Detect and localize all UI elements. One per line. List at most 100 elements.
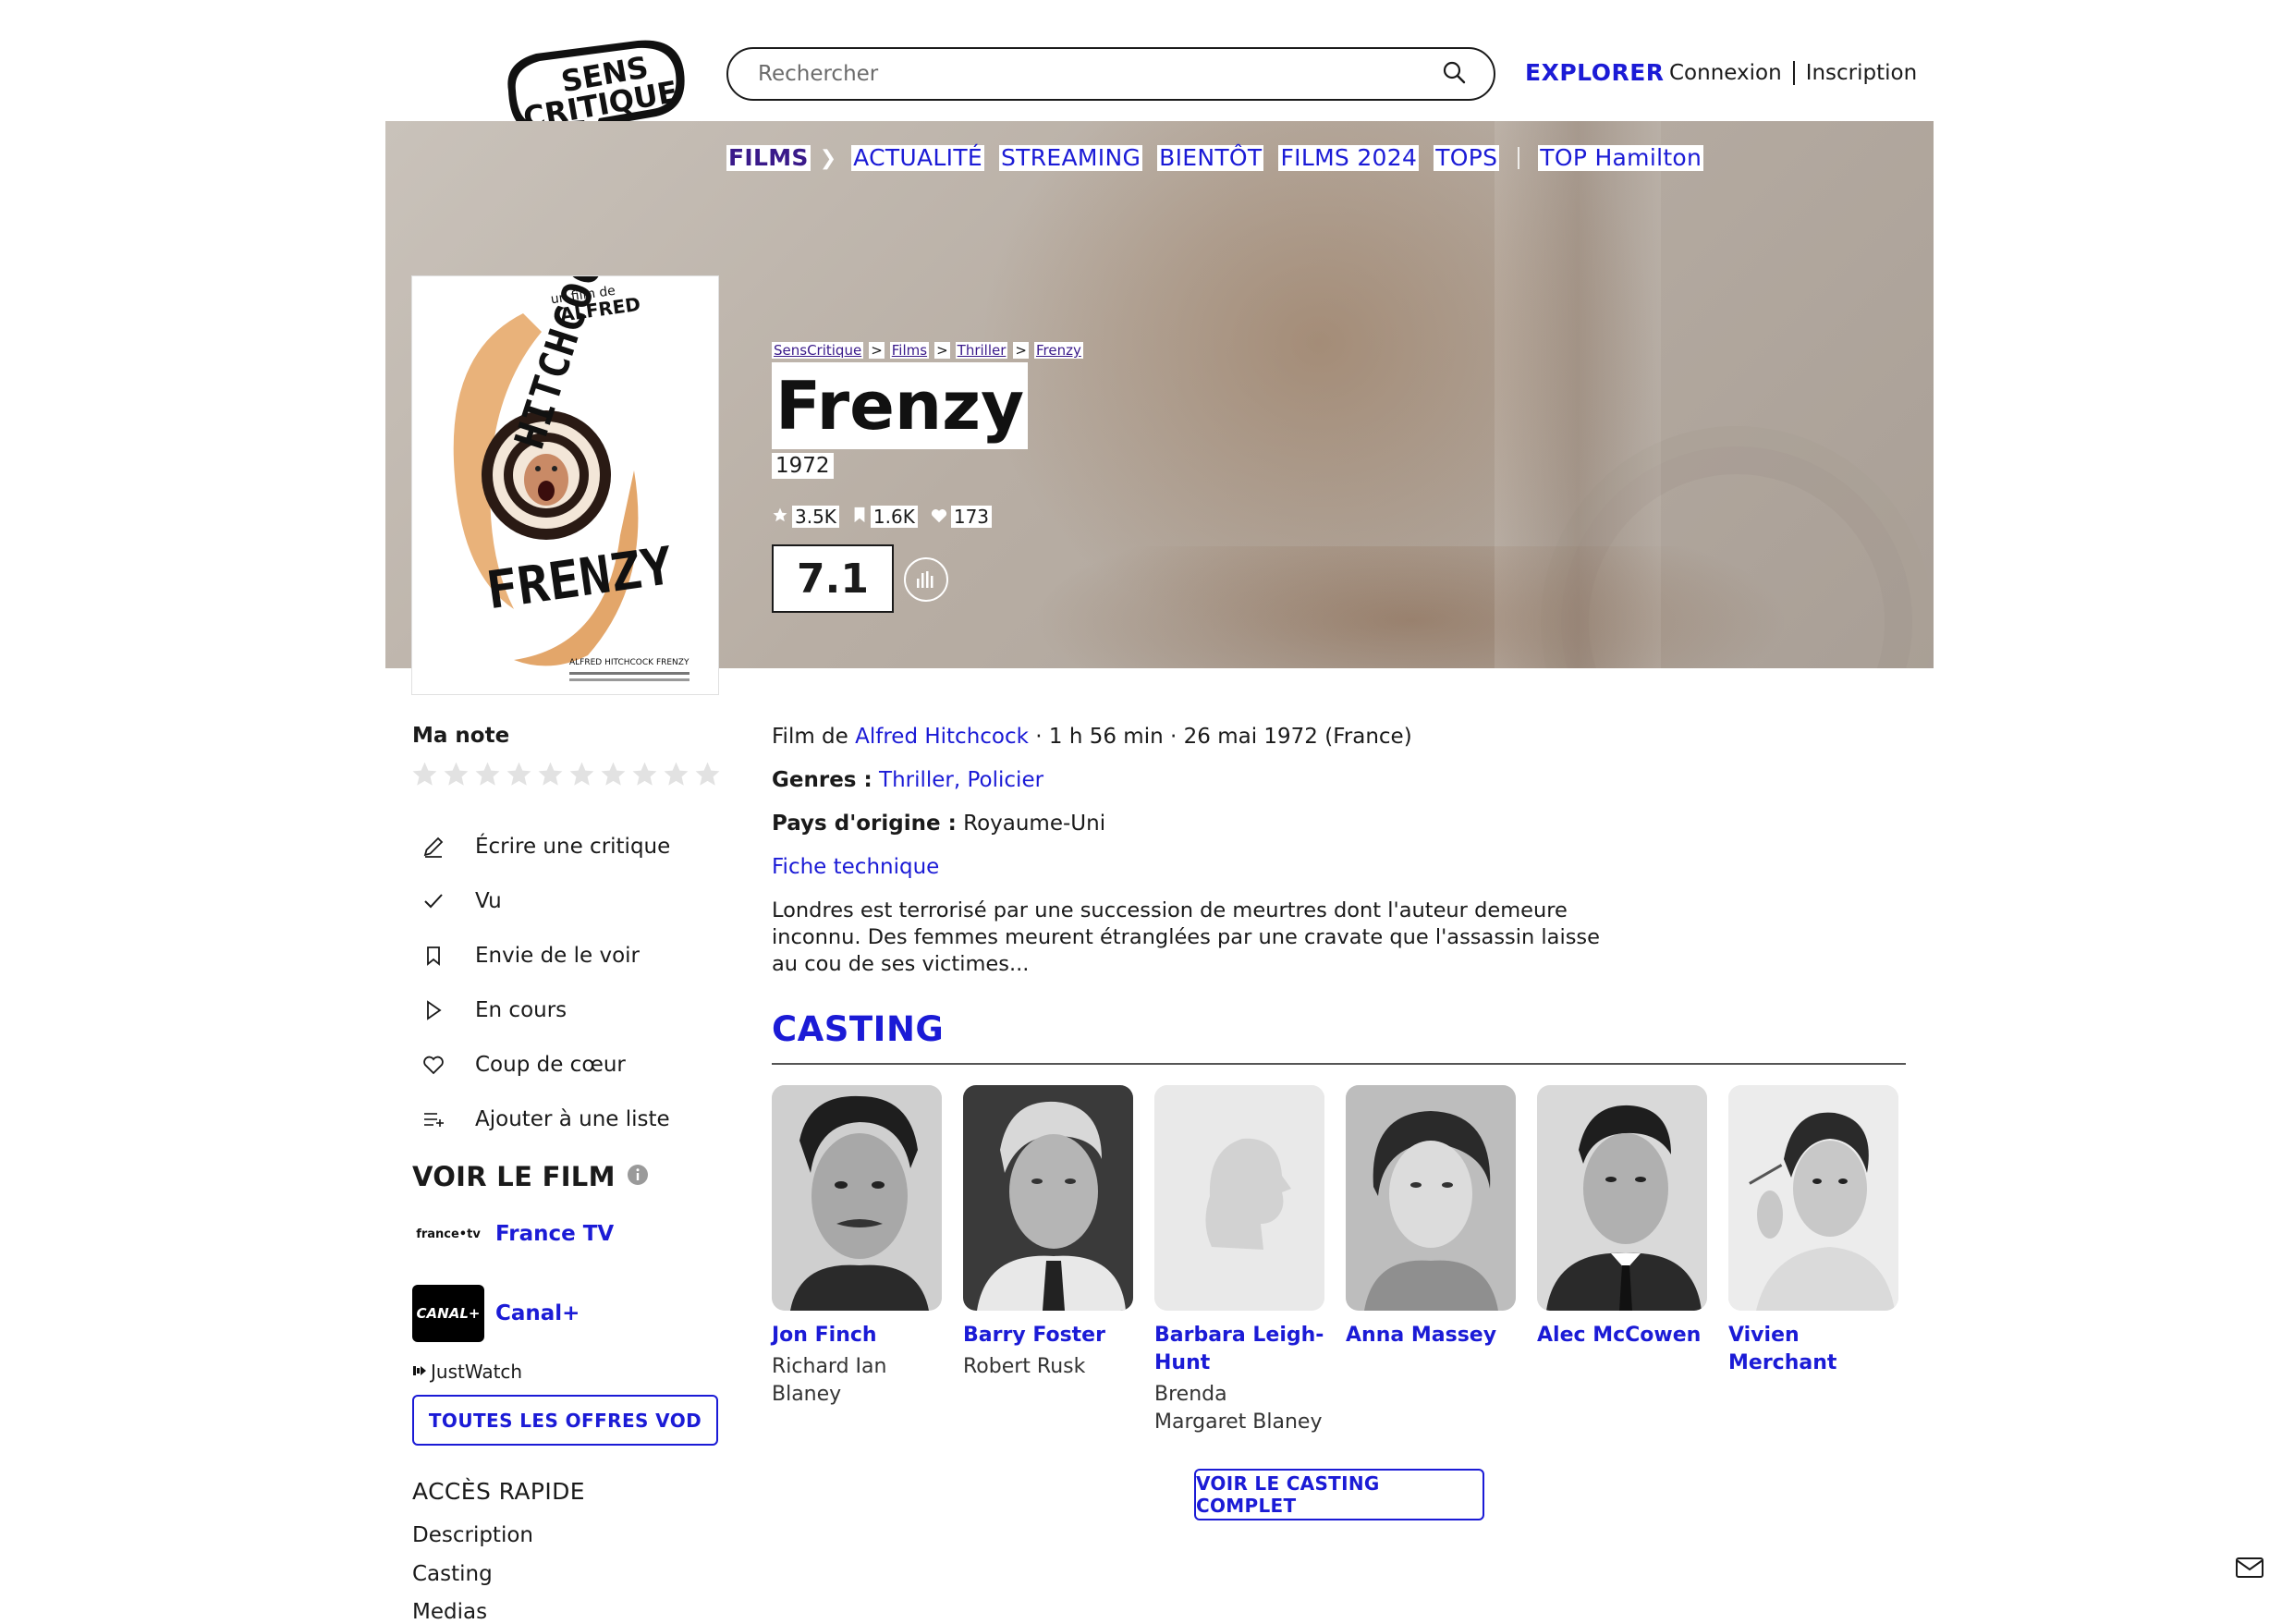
rating-star-icon[interactable] xyxy=(599,760,628,788)
info-icon[interactable] xyxy=(627,1161,649,1192)
casting-divider xyxy=(772,1063,1906,1065)
rating-star-icon[interactable] xyxy=(536,760,565,788)
actor-name[interactable]: Barry Foster xyxy=(963,1322,1133,1349)
justwatch-attribution[interactable]: JustWatch xyxy=(412,1361,522,1383)
movie-year: 1972 xyxy=(772,453,834,479)
breadcrumb-thriller[interactable]: Thriller xyxy=(955,342,1008,359)
actor-name[interactable]: Vivien Merchant xyxy=(1728,1322,1898,1377)
canal-plus-logo: CANAL+ xyxy=(412,1285,484,1342)
mail-icon[interactable] xyxy=(2235,1557,2264,1582)
quick-access-heading: ACCÈS RAPIDE xyxy=(412,1478,585,1505)
rating-star-icon[interactable] xyxy=(662,760,690,788)
cast-card[interactable]: Barbara Leigh-Hunt Brenda Margaret Blane… xyxy=(1154,1085,1324,1436)
nav-divider xyxy=(1518,147,1520,169)
nav-actualite[interactable]: ACTUALITÉ xyxy=(851,145,984,171)
movie-meta: Film de Alfred Hitchcock · 1 h 56 min · … xyxy=(772,725,1412,749)
rating-distribution-icon[interactable] xyxy=(904,557,948,602)
cast-card[interactable]: Jon Finch Richard Ian Blaney xyxy=(772,1085,942,1409)
actor-photo[interactable] xyxy=(963,1085,1133,1311)
category-nav: FILMS ❯ ACTUALITÉ STREAMING BIENTÔT FILM… xyxy=(726,145,1704,171)
rating-star-icon[interactable] xyxy=(442,760,470,788)
director-link[interactable]: Alfred Hitchcock xyxy=(855,725,1029,749)
rating-star-icon[interactable] xyxy=(693,760,722,788)
provider-canal-plus[interactable]: CANAL+ Canal+ xyxy=(412,1285,580,1342)
rating-star-icon[interactable] xyxy=(505,760,533,788)
nav-tops[interactable]: TOPS xyxy=(1434,145,1500,171)
actor-photo-placeholder[interactable] xyxy=(1154,1085,1324,1311)
star-icon xyxy=(772,506,788,528)
justwatch-icon xyxy=(412,1361,427,1383)
explorer-link[interactable]: EXPLORER xyxy=(1525,59,1665,86)
casting-heading: CASTING xyxy=(772,1009,945,1049)
movie-stats: 3.5K 1.6K 173 xyxy=(772,506,993,528)
actor-photo[interactable] xyxy=(1537,1085,1707,1311)
breadcrumb: SensCritique > Films > Thriller > Frenzy xyxy=(772,342,1083,359)
character-name: Richard Ian Blaney xyxy=(772,1355,887,1406)
bookmark-icon xyxy=(852,506,867,528)
cast-card[interactable]: Anna Massey xyxy=(1346,1085,1516,1353)
rating-star-icon[interactable] xyxy=(630,760,659,788)
search-input[interactable] xyxy=(756,61,1442,87)
character-name: Robert Rusk xyxy=(963,1355,1086,1378)
search-icon[interactable] xyxy=(1442,60,1466,88)
provider-france-tv[interactable]: france•tv France TV xyxy=(412,1222,614,1246)
breadcrumb-senscritique[interactable]: SensCritique xyxy=(772,342,864,359)
rating-star-icon[interactable] xyxy=(473,760,502,788)
list-add-icon xyxy=(420,1105,447,1133)
my-rating-label: Ma note xyxy=(412,724,510,748)
technical-sheet-link[interactable]: Fiche technique xyxy=(772,855,939,879)
movie-poster[interactable]: un film de ALFRED HITCHCOCK FRENZY ALFRE… xyxy=(412,276,718,694)
nav-films-2024[interactable]: FILMS 2024 xyxy=(1278,145,1420,171)
my-rating-stars[interactable] xyxy=(410,760,722,788)
quick-link-description[interactable]: Description xyxy=(412,1523,533,1547)
pencil-icon xyxy=(420,833,447,861)
login-link[interactable]: Connexion xyxy=(1669,61,1782,85)
watch-film-heading: VOIR LE FILM xyxy=(412,1161,649,1192)
favorite-action[interactable]: Coup de cœur xyxy=(412,1037,670,1092)
nav-bientot[interactable]: BIENTÔT xyxy=(1157,145,1264,171)
chevron-right-icon: ❯ xyxy=(819,146,837,170)
character-name: Brenda Margaret Blaney xyxy=(1154,1383,1323,1434)
average-score[interactable]: 7.1 xyxy=(772,544,894,613)
actor-name[interactable]: Barbara Leigh-Hunt xyxy=(1154,1322,1324,1377)
rating-star-icon[interactable] xyxy=(567,760,596,788)
cast-card[interactable]: Alec McCowen xyxy=(1537,1085,1707,1353)
quick-link-casting[interactable]: Casting xyxy=(412,1562,493,1586)
breadcrumb-frenzy[interactable]: Frenzy xyxy=(1033,342,1083,359)
rating-star-icon[interactable] xyxy=(410,760,439,788)
in-progress-action[interactable]: En cours xyxy=(412,983,670,1037)
auth-divider xyxy=(1792,61,1795,85)
actor-photo[interactable] xyxy=(772,1085,942,1311)
france-tv-logo: france•tv xyxy=(416,1227,481,1241)
actor-photo[interactable] xyxy=(1346,1085,1516,1311)
search-bar[interactable] xyxy=(726,47,1495,101)
svg-text:ALFRED HITCHCOCK FRENZY: ALFRED HITCHCOCK FRENZY xyxy=(569,658,689,667)
write-review-action[interactable]: Écrire une critique xyxy=(412,819,670,873)
breadcrumb-separator: > xyxy=(1013,342,1029,359)
nav-top-hamilton[interactable]: TOP Hamilton xyxy=(1538,145,1704,171)
nav-streaming[interactable]: STREAMING xyxy=(999,145,1143,171)
signup-link[interactable]: Inscription xyxy=(1806,61,1918,85)
cast-card[interactable]: Vivien Merchant xyxy=(1728,1085,1898,1381)
add-to-list-action[interactable]: Ajouter à une liste xyxy=(412,1092,670,1146)
want-to-see-action[interactable]: Envie de le voir xyxy=(412,928,670,983)
auth-links: Connexion Inscription xyxy=(1669,61,1917,85)
actor-name[interactable]: Alec McCowen xyxy=(1537,1322,1707,1349)
movie-genres: Genres : Thriller, Policier xyxy=(772,768,1044,792)
heart-icon xyxy=(420,1051,447,1079)
genre-policier-link[interactable]: Policier xyxy=(968,768,1044,792)
nav-films[interactable]: FILMS xyxy=(726,145,811,171)
all-vod-offers-button[interactable]: TOUTES LES OFFRES VOD xyxy=(412,1395,718,1446)
seen-action[interactable]: Vu xyxy=(412,873,670,928)
full-casting-button[interactable]: VOIR LE CASTING COMPLET xyxy=(1194,1469,1484,1520)
actor-photo[interactable] xyxy=(1728,1085,1898,1311)
quick-link-medias[interactable]: Medias xyxy=(412,1600,487,1624)
genre-thriller-link[interactable]: Thriller xyxy=(879,768,954,792)
actor-name[interactable]: Anna Massey xyxy=(1346,1322,1516,1349)
breadcrumb-separator: > xyxy=(934,342,950,359)
cast-card[interactable]: Barry Foster Robert Rusk xyxy=(963,1085,1133,1381)
breadcrumb-films[interactable]: Films xyxy=(889,342,930,359)
actor-name[interactable]: Jon Finch xyxy=(772,1322,942,1349)
user-actions: Écrire une critique Vu Envie de le voir … xyxy=(412,819,670,1146)
check-icon xyxy=(420,887,447,915)
